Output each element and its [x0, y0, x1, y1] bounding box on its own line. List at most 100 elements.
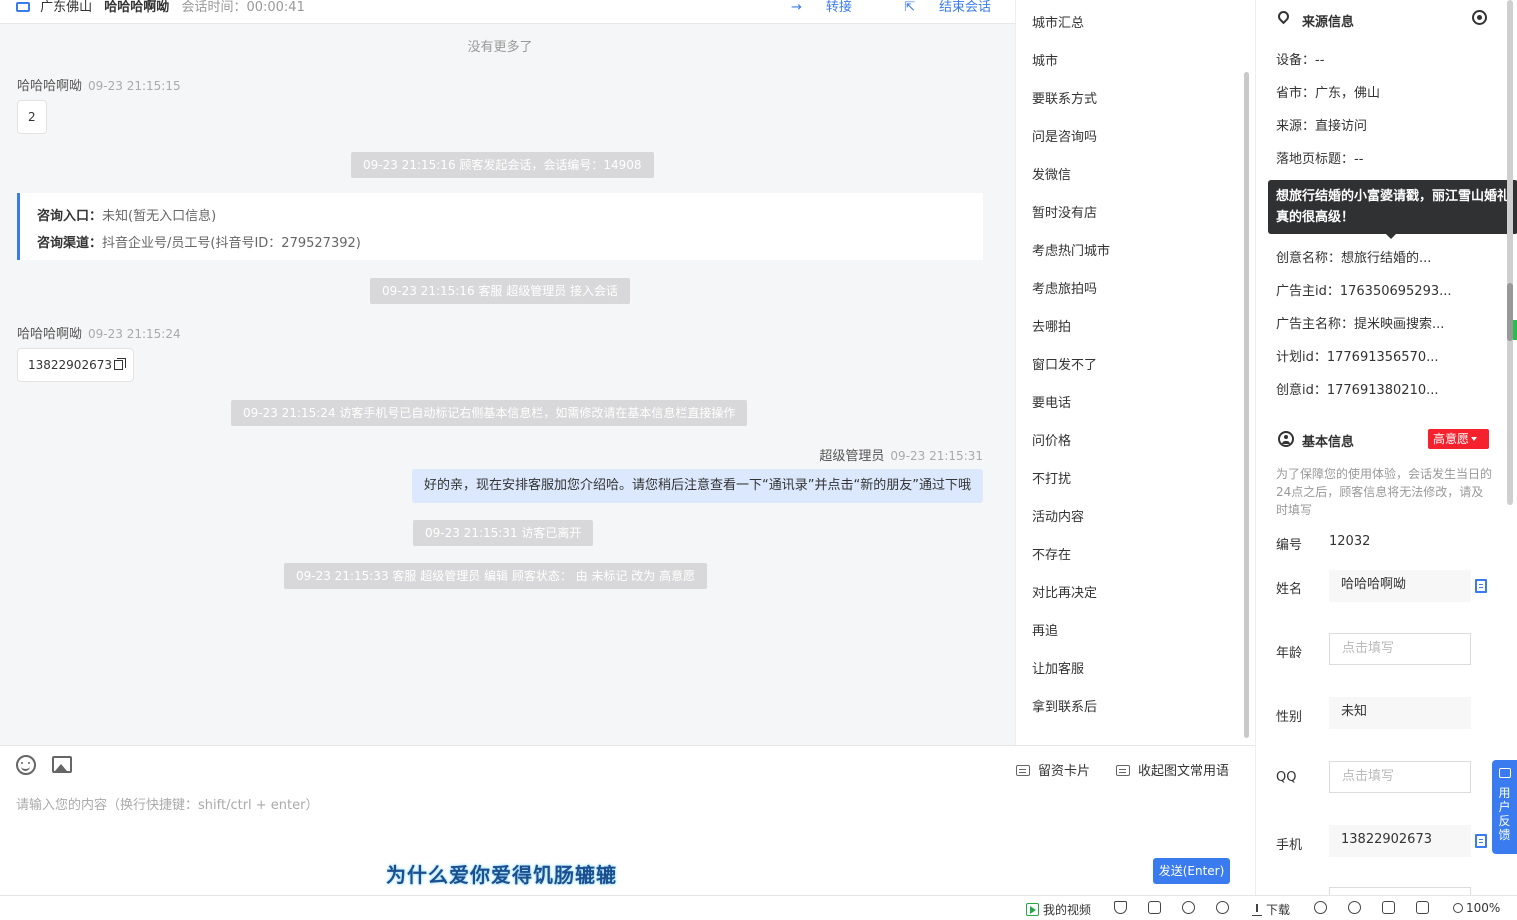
quick-reply-panel: 城市汇总 城市 要联系方式 问是咨询吗 发微信 暂时没有店 考虑热门城市 考虑旅… — [1015, 0, 1255, 745]
quick-reply-item[interactable]: 要联系方式 — [1032, 88, 1097, 107]
visitor-location: 广东佛山 — [40, 0, 93, 15]
message-sender: 超级管理员 09-23 21:15:31 — [819, 445, 983, 464]
message-time: 09-23 21:15:24 — [88, 327, 181, 341]
transfer-button[interactable]: → 转接 — [767, 0, 852, 15]
quick-reply-item[interactable]: 拿到联系后 — [1032, 696, 1097, 715]
gender-label: 性别 — [1276, 710, 1303, 725]
consult-channel-value: 抖音企业号/员工号(抖音号ID：279527392) — [102, 236, 361, 251]
system-message: 09-23 21:15:16 客服 超级管理员 接入会话 — [370, 278, 631, 304]
user-icon — [1278, 431, 1294, 447]
vpn-icon[interactable] — [1314, 901, 1327, 915]
name-field[interactable]: 哈哈哈啊呦 — [1329, 570, 1471, 602]
sender-name: 哈哈哈啊呦 — [17, 79, 83, 94]
quick-reply-item[interactable]: 问价格 — [1032, 430, 1071, 449]
quick-reply-item[interactable]: 不打扰 — [1032, 468, 1071, 487]
end-session-button[interactable]: ⇱ 结束会话 — [880, 0, 991, 15]
quick-reply-item[interactable]: 发微信 — [1032, 164, 1071, 183]
quick-reply-item[interactable]: 考虑热门城市 — [1032, 240, 1110, 259]
copy-icon[interactable] — [1475, 579, 1487, 593]
lead-card-button[interactable]: 留资卡片 — [1016, 760, 1090, 779]
window-icon[interactable] — [1382, 901, 1395, 915]
message-composer: 留资卡片 收起图文常用语 请输入您的内容（换行快捷键：shift/ctrl + … — [0, 745, 1255, 895]
consult-channel-label: 咨询渠道： — [37, 236, 103, 251]
message-icon — [1116, 765, 1130, 776]
quick-reply-item[interactable]: 让加客服 — [1032, 658, 1084, 677]
feedback-label: 用户反馈 — [1498, 786, 1511, 842]
translate-icon[interactable] — [1348, 901, 1361, 915]
feedback-button[interactable]: 用户反馈 — [1492, 760, 1517, 854]
age-field[interactable]: 点击填写 — [1329, 633, 1471, 665]
rocket-icon[interactable] — [1216, 901, 1229, 915]
consult-entry-value: 未知(暂无入口信息) — [102, 209, 217, 224]
source-device: 设备：-- — [1276, 53, 1325, 68]
quick-reply-item[interactable]: 对比再决定 — [1032, 582, 1097, 601]
chat-panel: 广东佛山 哈哈哈啊呦 会话时间：00:00:41 → 转接 ⇱ 结束会话 没有更多了… — [0, 0, 1015, 745]
sender-name: 超级管理员 — [819, 449, 885, 464]
intent-dropdown[interactable]: 高意愿 — [1428, 429, 1489, 449]
download-icon — [1252, 904, 1262, 916]
next-field[interactable] — [1329, 887, 1471, 895]
copy-icon[interactable] — [1475, 834, 1487, 848]
header-actions: → 转接 ⇱ 结束会话 — [743, 0, 991, 15]
browser-status-bar: 我的视频 下载 100% — [0, 895, 1517, 920]
source-creative-id: 创意id：177691380210... — [1276, 383, 1439, 398]
customer-info-panel: 来源信息 设备：-- 省市：广东，佛山 来源：直接访问 落地页标题：-- 创意名… — [1255, 0, 1517, 895]
quick-reply-item[interactable]: 城市汇总 — [1032, 12, 1084, 31]
message-text: 13822902673 — [28, 358, 112, 372]
source-plan-id: 计划id：177691356570... — [1276, 350, 1439, 365]
monitor-icon — [16, 2, 30, 12]
quick-reply-item[interactable]: 考虑旅拍吗 — [1032, 278, 1097, 297]
quick-reply-item[interactable]: 窗口发不了 — [1032, 354, 1097, 373]
id-value: 12032 — [1329, 534, 1371, 549]
picture-icon[interactable] — [1148, 901, 1161, 915]
info-scrollbar-track[interactable] — [1507, 0, 1513, 505]
visitor-summary: 广东佛山 哈哈哈啊呦 会话时间：00:00:41 — [16, 0, 305, 15]
basic-info-title: 基本信息 — [1302, 435, 1355, 450]
shield-icon[interactable] — [1114, 901, 1127, 915]
chat-bubble-icon — [1498, 768, 1511, 778]
quick-reply-item[interactable]: 去哪拍 — [1032, 316, 1071, 335]
collapse-phrases-button[interactable]: 收起图文常用语 — [1116, 760, 1229, 779]
caret-down-icon — [1471, 437, 1478, 441]
consult-info-card: 咨询入口：未知(暂无入口信息) 咨询渠道：抖音企业号/员工号(抖音号ID：279… — [17, 193, 983, 260]
edit-notice: 为了保障您的使用体验，会话发生当日的24点之后，顾客信息将无法修改，请及时填写 — [1276, 467, 1493, 517]
play-icon — [1026, 903, 1039, 916]
quick-reply-item[interactable]: 问是咨询吗 — [1032, 126, 1097, 145]
quick-reply-item[interactable]: 再追 — [1032, 620, 1058, 639]
quick-reply-item[interactable]: 城市 — [1032, 50, 1058, 69]
lead-card-label: 留资卡片 — [1038, 764, 1091, 779]
qq-field[interactable]: 点击填写 — [1329, 761, 1471, 793]
my-video-button[interactable]: 我的视频 — [1026, 901, 1091, 918]
scroll-indicator — [1513, 320, 1517, 340]
quick-reply-item[interactable]: 活动内容 — [1032, 506, 1084, 525]
speaker-icon[interactable] — [1416, 901, 1429, 915]
source-info-title: 来源信息 — [1302, 15, 1355, 30]
zoom-icon — [1453, 903, 1463, 913]
download-button[interactable]: 下载 — [1252, 901, 1290, 918]
location-pin-icon — [1275, 8, 1292, 25]
zoom-control[interactable]: 100% — [1453, 901, 1500, 915]
video-subtitle: 为什么爱你爱得饥肠辘辘 — [386, 863, 617, 887]
message-bubble: 13822902673 — [17, 348, 134, 382]
emoji-icon[interactable] — [16, 755, 36, 775]
chat-header: 广东佛山 哈哈哈啊呦 会话时间：00:00:41 → 转接 ⇱ 结束会话 — [0, 0, 1015, 24]
heart-icon[interactable] — [1182, 901, 1195, 915]
source-region: 省市：广东，佛山 — [1276, 86, 1381, 101]
phone-field[interactable]: 13822902673 — [1329, 825, 1471, 857]
message-input[interactable]: 请输入您的内容（换行快捷键：shift/ctrl + enter） — [16, 794, 319, 813]
copy-icon[interactable] — [113, 358, 126, 370]
id-label: 编号 — [1276, 538, 1303, 553]
quick-reply-scrollbar[interactable] — [1244, 72, 1249, 738]
exit-icon: ⇱ — [904, 0, 915, 15]
intent-label: 高意愿 — [1433, 432, 1470, 446]
end-session-label: 结束会话 — [938, 0, 991, 15]
settings-icon[interactable] — [1472, 10, 1487, 25]
collapse-phrases-label: 收起图文常用语 — [1138, 764, 1230, 779]
quick-reply-item[interactable]: 暂时没有店 — [1032, 202, 1097, 221]
gender-field[interactable]: 未知 — [1329, 697, 1471, 729]
send-button[interactable]: 发送(Enter) — [1153, 858, 1230, 884]
quick-reply-item[interactable]: 不存在 — [1032, 544, 1071, 563]
consult-entry-row: 咨询入口：未知(暂无入口信息) — [37, 203, 966, 230]
quick-reply-item[interactable]: 要电话 — [1032, 392, 1071, 411]
image-icon[interactable] — [52, 756, 72, 773]
